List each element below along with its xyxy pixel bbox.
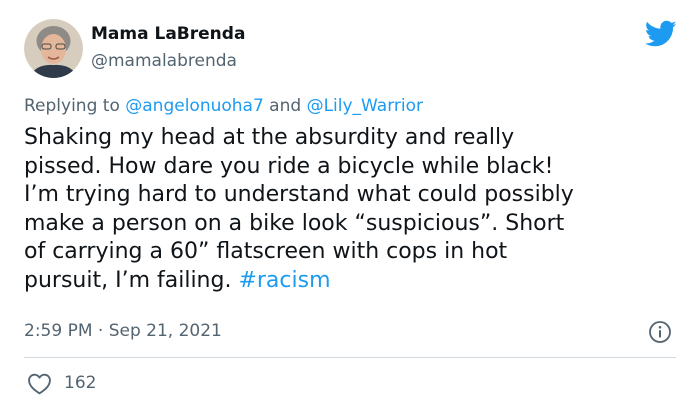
mention-link[interactable]: @Lily_Warrior [307, 96, 423, 116]
like-count: 162 [64, 373, 97, 393]
divider [24, 357, 676, 358]
hashtag-link[interactable]: #racism [238, 268, 330, 293]
handle[interactable]: @mamalabrenda [91, 51, 237, 71]
replying-to-line: Replying to @angelonuoha7 and @Lily_Warr… [24, 96, 423, 116]
display-name[interactable]: Mama LaBrenda [91, 24, 245, 44]
tweet-text: Shaking my head at the absurdity and rea… [24, 124, 674, 295]
avatar[interactable] [24, 19, 83, 78]
tweet-card: Mama LaBrenda @mamalabrenda Replying to … [0, 0, 700, 410]
timestamp[interactable]: 2:59 PM · Sep 21, 2021 [24, 321, 222, 341]
heart-icon[interactable] [27, 372, 52, 395]
mention-link[interactable]: @angelonuoha7 [125, 96, 264, 116]
replying-to-conjunction: and [263, 96, 307, 116]
info-icon[interactable] [648, 320, 672, 344]
twitter-bird-icon[interactable] [644, 20, 677, 48]
replying-to-label: Replying to [24, 96, 126, 116]
